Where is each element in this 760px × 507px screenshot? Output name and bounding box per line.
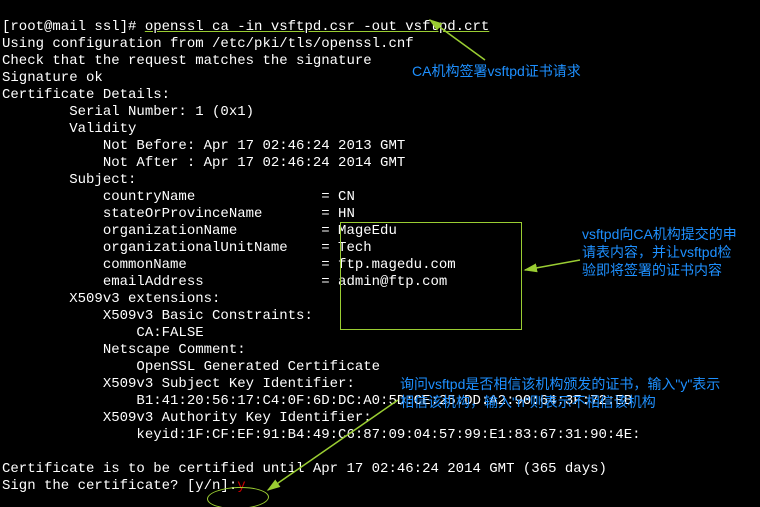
output-line: Serial Number: 1 (0x1) — [2, 104, 254, 120]
sign-prompt: Sign the certificate? [y/n]: — [2, 478, 237, 494]
output-line: CA:FALSE — [2, 325, 204, 341]
output-line: stateOrProvinceName = HN — [2, 206, 355, 222]
output-line: Signature ok — [2, 70, 103, 86]
output-line: Check that the request matches the signa… — [2, 53, 372, 69]
output-line: Certificate Details: — [2, 87, 170, 103]
output-line: OpenSSL Generated Certificate — [2, 359, 380, 375]
user-input-y[interactable]: y — [237, 478, 245, 494]
shell-prompt: [root@mail ssl]# — [2, 19, 145, 35]
output-line: countryName = CN — [2, 189, 355, 205]
output-line: Validity — [2, 121, 136, 137]
output-line: commonName = ftp.magedu.com — [2, 257, 456, 273]
output-line: organizationName = MageEdu — [2, 223, 397, 239]
output-line: emailAddress = admin@ftp.com — [2, 274, 447, 290]
output-line: Subject: — [2, 172, 136, 188]
output-line: Not After : Apr 17 02:46:24 2014 GMT — [2, 155, 405, 171]
output-line: X509v3 Basic Constraints: — [2, 308, 321, 324]
output-line: X509v3 Subject Key Identifier: — [2, 376, 363, 392]
output-line: Not Before: Apr 17 02:46:24 2013 GMT — [2, 138, 405, 154]
output-line: X509v3 extensions: — [2, 291, 220, 307]
output-line: Netscape Comment: — [2, 342, 254, 358]
shell-command: openssl ca -in vsftpd.csr -out vsftpd.cr… — [145, 19, 489, 35]
output-line: keyid:1F:CF:EF:91:B4:49:C6:87:09:04:57:9… — [2, 427, 641, 443]
output-line: organizationalUnitName = Tech — [2, 240, 372, 256]
annotation-ca-sign: CA机构签署vsftpd证书请求 — [412, 62, 581, 80]
output-line: X509v3 Authority Key Identifier: — [2, 410, 380, 426]
annotation-trust: 询问vsftpd是否相信该机构颁发的证书，输入"y"表示相信该机构，输入"n"则… — [400, 375, 730, 411]
output-line: Using configuration from /etc/pki/tls/op… — [2, 36, 414, 52]
output-line: Certificate is to be certified until Apr… — [2, 461, 607, 477]
annotation-subject: vsftpd向CA机构提交的申请表内容，并让vsftpd检验即将签署的证书内容 — [582, 225, 742, 279]
